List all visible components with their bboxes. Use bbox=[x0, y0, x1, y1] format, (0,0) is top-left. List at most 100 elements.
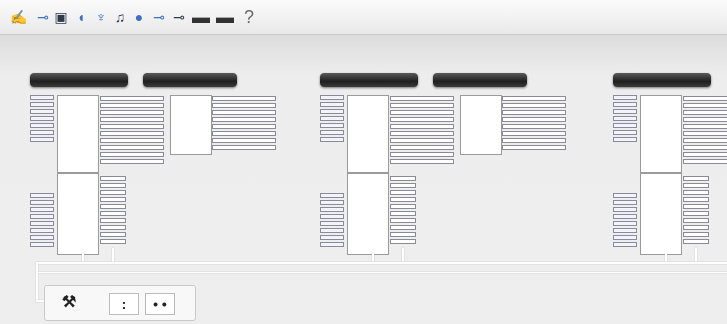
output-port[interactable] bbox=[390, 145, 454, 150]
lower-input-port[interactable] bbox=[320, 228, 344, 233]
unit-header-bar[interactable] bbox=[613, 73, 711, 87]
lower-input-port[interactable] bbox=[613, 242, 637, 247]
lower-output-port[interactable] bbox=[100, 176, 126, 181]
output-port[interactable] bbox=[683, 145, 727, 150]
aux-header-bar[interactable] bbox=[143, 73, 237, 87]
input-port[interactable] bbox=[320, 137, 344, 142]
lower-module[interactable] bbox=[57, 173, 99, 255]
input-port[interactable] bbox=[320, 130, 344, 135]
lower-input-port[interactable] bbox=[320, 200, 344, 205]
lower-input-port[interactable] bbox=[613, 228, 637, 233]
output-port[interactable] bbox=[100, 145, 164, 150]
lower-input-port[interactable] bbox=[30, 200, 54, 205]
lower-input-port[interactable] bbox=[320, 235, 344, 240]
lower-input-port[interactable] bbox=[613, 200, 637, 205]
lower-output-port[interactable] bbox=[100, 225, 126, 230]
unit-header-bar[interactable] bbox=[30, 73, 128, 87]
lower-input-port[interactable] bbox=[613, 221, 637, 226]
output-port[interactable] bbox=[683, 96, 727, 101]
output-port[interactable] bbox=[683, 131, 727, 136]
main-module[interactable] bbox=[57, 95, 99, 173]
lower-output-port[interactable] bbox=[683, 232, 709, 237]
output-port[interactable] bbox=[100, 96, 164, 101]
main-module[interactable] bbox=[347, 95, 389, 173]
output-port[interactable] bbox=[390, 131, 454, 136]
output-port[interactable] bbox=[683, 124, 727, 129]
lower-input-port[interactable] bbox=[613, 235, 637, 240]
lower-input-port[interactable] bbox=[320, 221, 344, 226]
lower-output-port[interactable] bbox=[390, 239, 416, 244]
output-port[interactable] bbox=[390, 159, 454, 164]
lower-input-port[interactable] bbox=[30, 214, 54, 219]
lower-output-port[interactable] bbox=[683, 197, 709, 202]
antenna-icon[interactable]: ♆ bbox=[92, 6, 110, 28]
lower-output-port[interactable] bbox=[683, 225, 709, 230]
aux-port[interactable] bbox=[502, 124, 566, 129]
lower-output-port[interactable] bbox=[683, 239, 709, 244]
lower-output-port[interactable] bbox=[100, 190, 126, 195]
aux-port[interactable] bbox=[212, 138, 276, 143]
input-port[interactable] bbox=[30, 102, 54, 107]
lower-input-port[interactable] bbox=[30, 193, 54, 198]
output-port[interactable] bbox=[683, 159, 727, 164]
lower-output-port[interactable] bbox=[683, 183, 709, 188]
output-port[interactable] bbox=[100, 103, 164, 108]
input-port[interactable] bbox=[320, 109, 344, 114]
output-port[interactable] bbox=[683, 152, 727, 157]
lower-output-port[interactable] bbox=[100, 211, 126, 216]
output-port[interactable] bbox=[683, 103, 727, 108]
input-port[interactable] bbox=[613, 95, 637, 100]
cable-icon[interactable]: ⊸ bbox=[34, 6, 52, 28]
output-port[interactable] bbox=[390, 96, 454, 101]
lower-input-port[interactable] bbox=[30, 242, 54, 247]
aux-port[interactable] bbox=[502, 117, 566, 122]
lower-output-port[interactable] bbox=[100, 183, 126, 188]
lower-output-port[interactable] bbox=[100, 239, 126, 244]
lower-output-port[interactable] bbox=[390, 232, 416, 237]
input-port[interactable] bbox=[30, 116, 54, 121]
lower-input-port[interactable] bbox=[613, 193, 637, 198]
mixer-icon[interactable]: ⚒ bbox=[59, 293, 79, 313]
aux-module[interactable] bbox=[460, 95, 502, 155]
input-port[interactable] bbox=[613, 116, 637, 121]
aux-port[interactable] bbox=[212, 110, 276, 115]
disc-icon[interactable]: ● bbox=[130, 6, 148, 28]
output-port[interactable] bbox=[683, 110, 727, 115]
output-port[interactable] bbox=[100, 159, 164, 164]
lower-input-port[interactable] bbox=[30, 207, 54, 212]
aux-port[interactable] bbox=[502, 145, 566, 150]
lower-output-port[interactable] bbox=[683, 211, 709, 216]
lower-output-port[interactable] bbox=[100, 197, 126, 202]
lower-input-port[interactable] bbox=[320, 242, 344, 247]
output-port[interactable] bbox=[100, 110, 164, 115]
input-port[interactable] bbox=[30, 123, 54, 128]
output-port[interactable] bbox=[390, 110, 454, 115]
lower-output-port[interactable] bbox=[100, 218, 126, 223]
bottom-panel[interactable]: ⚒: • • bbox=[44, 285, 196, 321]
device-a-icon[interactable]: ▬ bbox=[192, 6, 210, 28]
plug-alt-icon[interactable]: ⊸ bbox=[170, 6, 188, 28]
aux-port[interactable] bbox=[502, 103, 566, 108]
input-port[interactable] bbox=[320, 123, 344, 128]
lower-module[interactable] bbox=[640, 173, 682, 255]
lower-input-port[interactable] bbox=[613, 207, 637, 212]
aux-port[interactable] bbox=[212, 131, 276, 136]
lower-output-port[interactable] bbox=[390, 197, 416, 202]
aux-port[interactable] bbox=[502, 96, 566, 101]
output-port[interactable] bbox=[100, 131, 164, 136]
lower-output-port[interactable] bbox=[683, 218, 709, 223]
input-port[interactable] bbox=[320, 95, 344, 100]
lower-output-port[interactable] bbox=[390, 218, 416, 223]
lower-module[interactable] bbox=[347, 173, 389, 255]
lower-output-port[interactable] bbox=[390, 190, 416, 195]
lower-output-port[interactable] bbox=[390, 211, 416, 216]
output-port[interactable] bbox=[390, 124, 454, 129]
input-port[interactable] bbox=[30, 130, 54, 135]
input-port[interactable] bbox=[613, 123, 637, 128]
aux-header-bar[interactable] bbox=[433, 73, 527, 87]
output-port[interactable] bbox=[390, 152, 454, 157]
input-port[interactable] bbox=[320, 116, 344, 121]
lower-output-port[interactable] bbox=[390, 176, 416, 181]
save-icon[interactable]: ▣ bbox=[52, 6, 70, 28]
output-port[interactable] bbox=[390, 138, 454, 143]
